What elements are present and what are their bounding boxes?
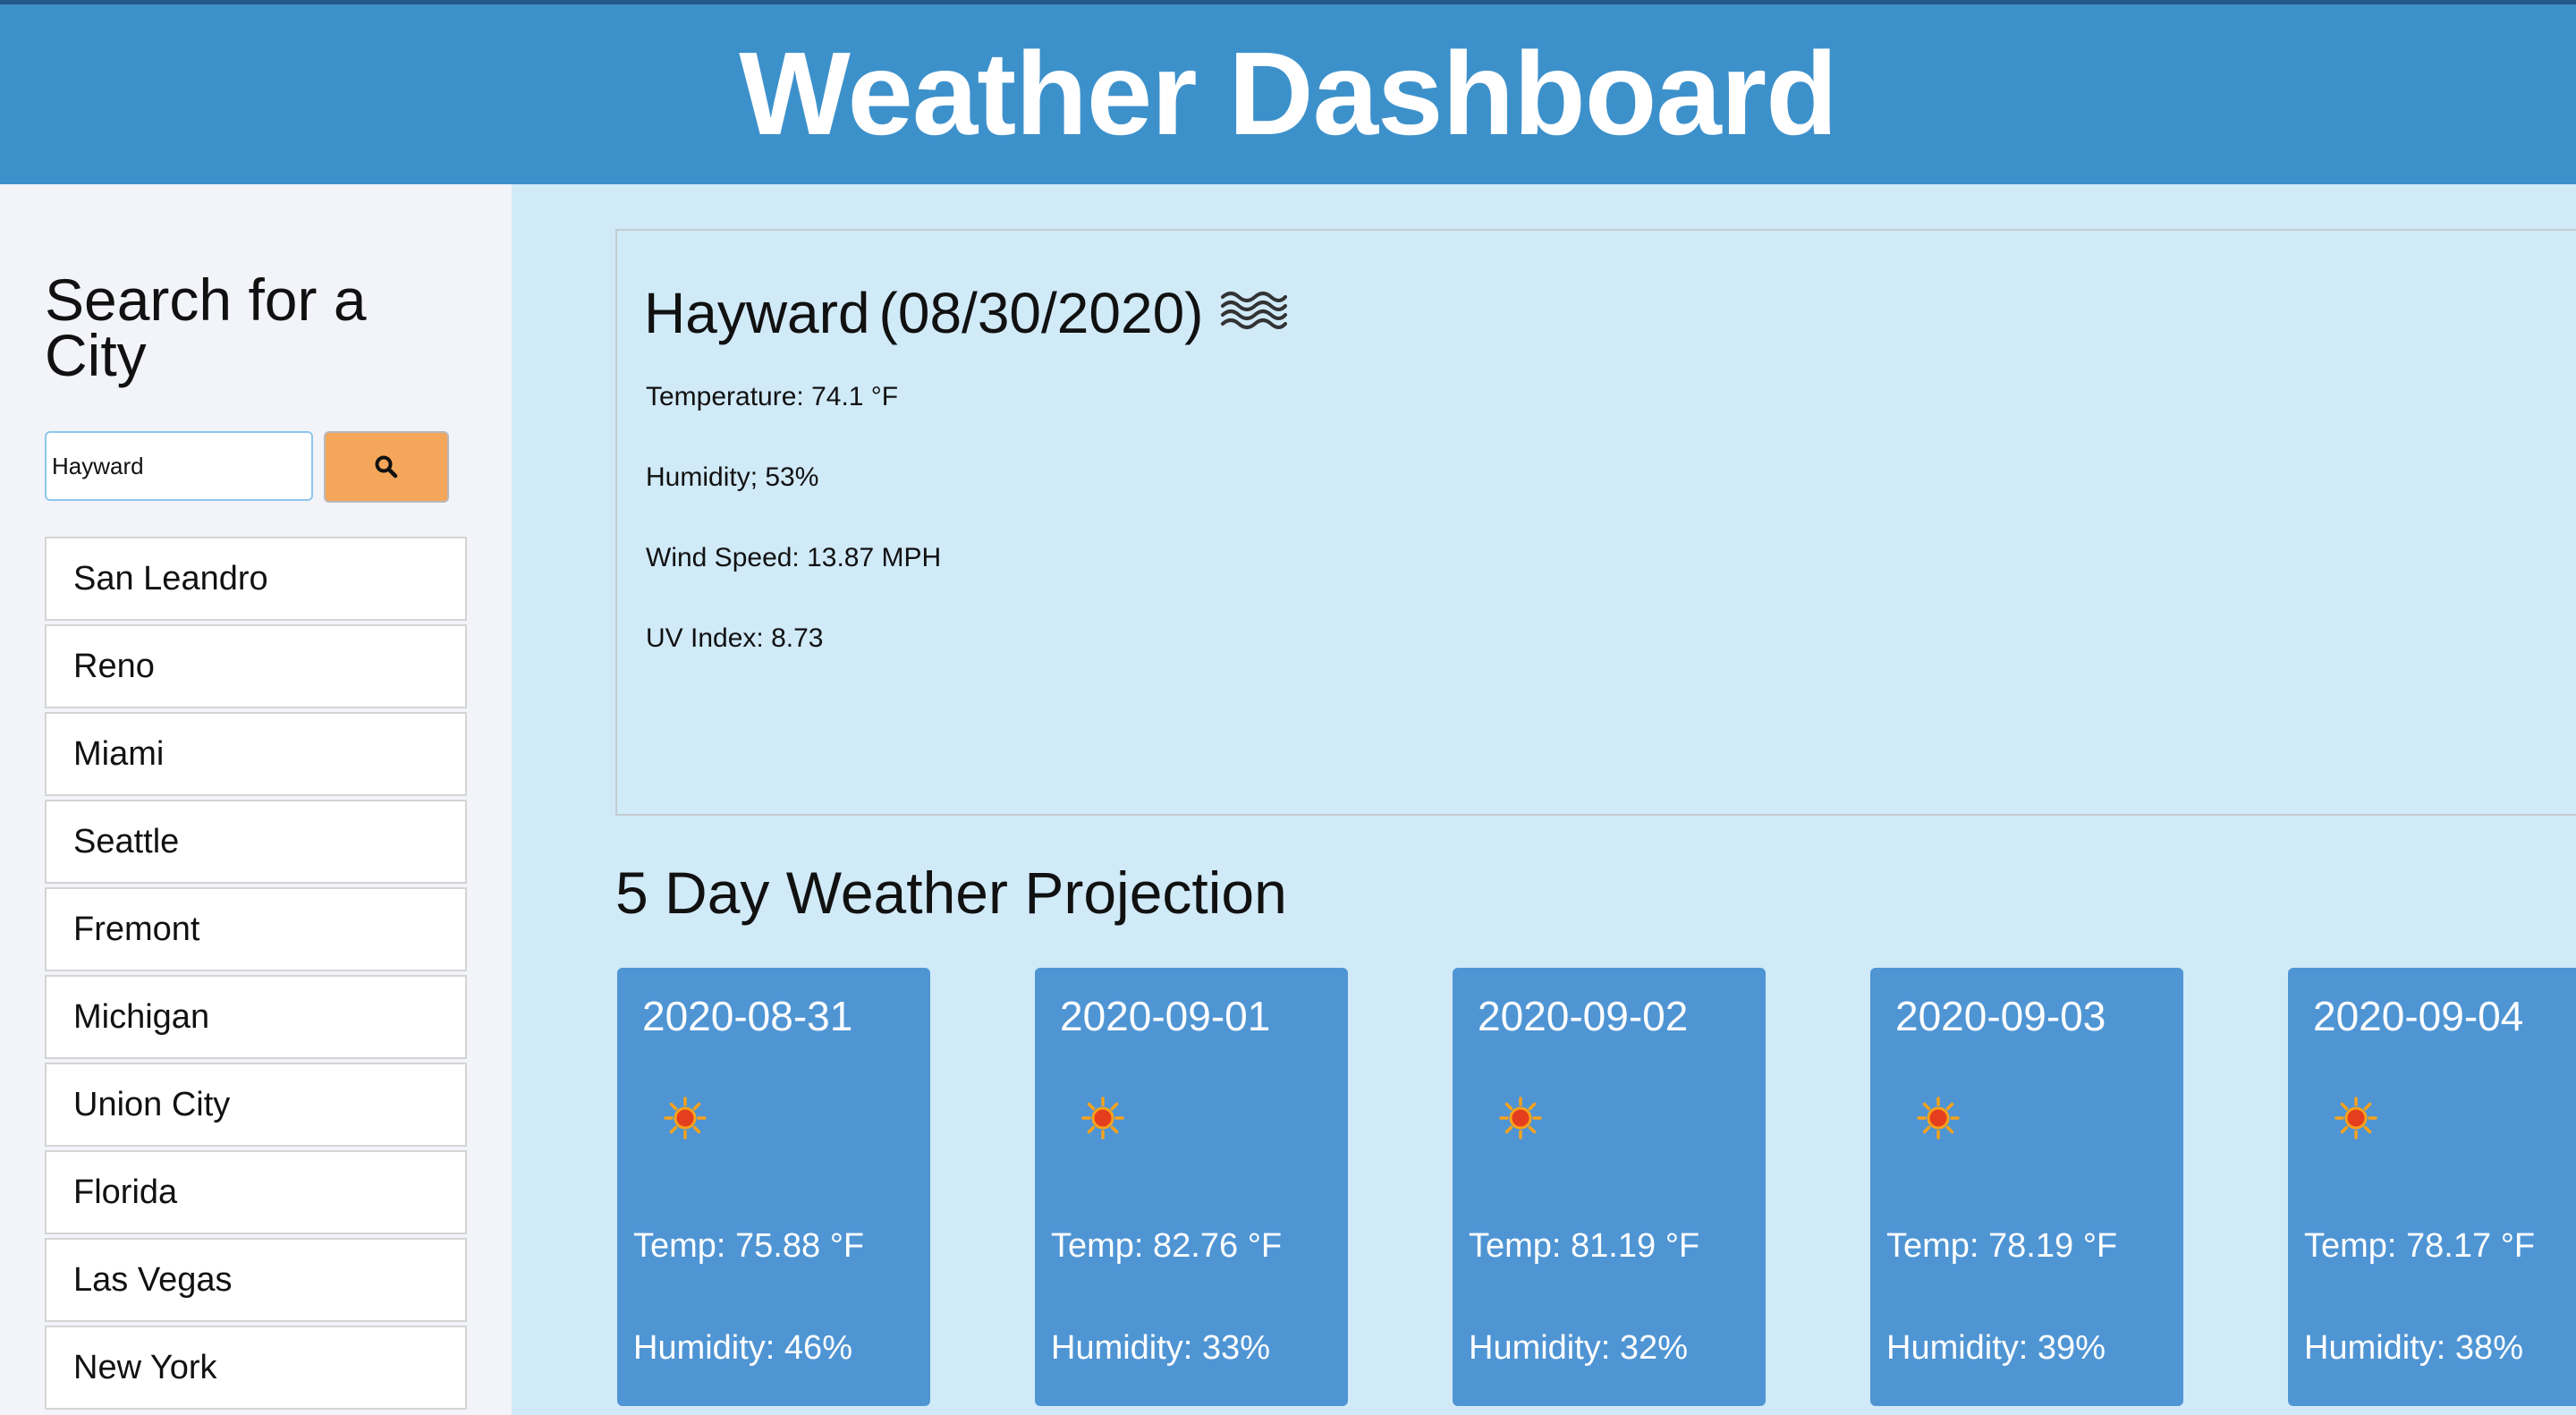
sun-icon — [1499, 1097, 1542, 1144]
forecast-humidity: Humidity: 46% — [633, 1329, 852, 1367]
city-history-item[interactable]: Las Vegas — [45, 1238, 467, 1322]
current-city: Hayward — [644, 281, 870, 345]
current-weather-title: Hayward (08/30/2020) — [644, 277, 1288, 349]
search-icon — [375, 455, 398, 479]
sun-icon — [1081, 1097, 1124, 1144]
city-history-item[interactable]: San Leandro — [45, 537, 467, 621]
search-history-list: San Leandro Reno Miami Seattle Fremont M… — [45, 537, 467, 1413]
sun-icon — [1917, 1097, 1960, 1144]
forecast-card: 2020-09-04 Temp: 78.17 °F Humidity: 38% — [2288, 968, 2576, 1406]
city-history-item[interactable]: Fremont — [45, 887, 467, 971]
forecast-date: 2020-09-02 — [1478, 993, 1689, 1039]
forecast-card: 2020-09-02 Temp: 81.19 °F Humidity: 32% — [1453, 968, 1766, 1406]
forecast-date: 2020-09-04 — [2313, 993, 2524, 1039]
forecast-temperature: Temp: 78.19 °F — [1886, 1227, 2118, 1265]
sidebar: Search for a City San Leandro Reno Miami… — [0, 184, 512, 1415]
forecast-card: 2020-08-31 Temp: 75.88 °F Humidity: 46% — [617, 968, 930, 1406]
sun-icon — [2334, 1097, 2377, 1144]
forecast-humidity: Humidity: 38% — [2304, 1329, 2523, 1367]
forecast-title: 5 Day Weather Projection — [615, 860, 1287, 926]
current-weather-panel: Hayward (08/30/2020) Temperature: 74.1 °… — [615, 229, 2576, 816]
forecast-date: 2020-09-03 — [1895, 993, 2106, 1039]
forecast-humidity: Humidity: 33% — [1051, 1329, 1270, 1367]
forecast-temperature: Temp: 82.76 °F — [1051, 1227, 1283, 1265]
forecast-date: 2020-09-01 — [1060, 993, 1271, 1039]
forecast-temperature: Temp: 81.19 °F — [1469, 1227, 1700, 1265]
city-history-item[interactable]: Michigan — [45, 975, 467, 1059]
current-humidity: Humidity; 53% — [646, 462, 819, 492]
city-history-item[interactable]: Florida — [45, 1150, 467, 1234]
current-wind-speed: Wind Speed: 13.87 MPH — [646, 543, 942, 572]
forecast-card: 2020-09-01 Temp: 82.76 °F Humidity: 33% — [1035, 968, 1348, 1406]
search-heading: Search for a City — [45, 267, 367, 388]
forecast-card: 2020-09-03 Temp: 78.19 °F Humidity: 39% — [1870, 968, 2183, 1406]
city-history-item[interactable]: Reno — [45, 624, 467, 708]
page-title: Weather Dashboard — [739, 28, 1838, 159]
city-history-item[interactable]: New York — [45, 1326, 467, 1410]
sun-icon — [664, 1097, 707, 1144]
city-history-item[interactable]: Union City — [45, 1063, 467, 1147]
page-header: Weather Dashboard — [0, 0, 2576, 184]
current-date: (08/30/2020) — [878, 281, 1204, 345]
current-uv-index: UV Index: 8.73 — [646, 623, 824, 653]
search-button[interactable] — [324, 431, 449, 503]
current-temperature: Temperature: 74.1 °F — [646, 382, 899, 411]
forecast-date: 2020-08-31 — [642, 993, 853, 1039]
city-search-input[interactable] — [45, 431, 313, 501]
forecast-humidity: Humidity: 39% — [1886, 1329, 2106, 1367]
city-history-item[interactable]: Seattle — [45, 800, 467, 884]
haze-icon — [1219, 277, 1288, 349]
forecast-humidity: Humidity: 32% — [1469, 1329, 1688, 1367]
forecast-temperature: Temp: 75.88 °F — [633, 1227, 865, 1265]
forecast-temperature: Temp: 78.17 °F — [2304, 1227, 2536, 1265]
city-history-item[interactable]: Miami — [45, 712, 467, 796]
